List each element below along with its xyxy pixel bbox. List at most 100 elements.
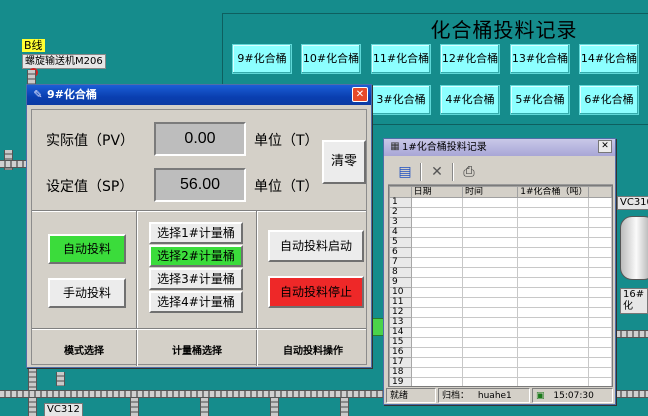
table-cell[interactable] <box>587 237 612 248</box>
table-cell[interactable] <box>410 357 464 368</box>
table-cell[interactable] <box>410 377 464 386</box>
table-cell[interactable] <box>462 237 519 248</box>
table-cell[interactable] <box>517 377 589 386</box>
tank-14-button[interactable]: 14#化合桶 <box>579 44 639 74</box>
table-row[interactable]: 11 <box>389 297 612 308</box>
table-cell[interactable] <box>587 257 612 268</box>
table-cell[interactable] <box>587 227 612 238</box>
column-header-date[interactable]: 日期 <box>410 186 464 198</box>
table-row[interactable]: 2 <box>389 207 612 218</box>
table-row[interactable]: 9 <box>389 277 612 288</box>
tank-12-button[interactable]: 12#化合桶 <box>440 44 500 74</box>
table-cell[interactable] <box>587 337 612 348</box>
select-meter-2-button[interactable]: 选择2#计量桶 <box>149 245 243 267</box>
table-cell[interactable] <box>587 317 612 328</box>
table-cell[interactable] <box>587 357 612 368</box>
table-cell[interactable] <box>410 287 464 298</box>
delete-icon[interactable]: ✕ <box>426 161 448 183</box>
table-cell[interactable] <box>517 367 589 378</box>
table-cell[interactable] <box>410 207 464 218</box>
dialog-titlebar[interactable]: ✎ 9#化合桶 ✕ <box>27 85 371 105</box>
table-cell[interactable] <box>517 227 589 238</box>
table-row[interactable]: 12 <box>389 307 612 318</box>
tank-10-button[interactable]: 10#化合桶 <box>301 44 361 74</box>
table-cell[interactable] <box>587 207 612 218</box>
table-row[interactable]: 14 <box>389 327 612 338</box>
table-cell[interactable] <box>517 237 589 248</box>
edit-document-icon[interactable]: ▤ <box>394 161 416 183</box>
table-cell[interactable] <box>462 287 519 298</box>
select-meter-1-button[interactable]: 选择1#计量桶 <box>149 222 243 244</box>
tank-11-button[interactable]: 11#化合桶 <box>371 44 431 74</box>
table-row[interactable]: 4 <box>389 227 612 238</box>
table-cell[interactable] <box>587 197 612 208</box>
table-cell[interactable] <box>587 287 612 298</box>
table-cell[interactable] <box>462 377 519 386</box>
table-cell[interactable] <box>462 247 519 258</box>
record-table[interactable]: 日期 时间 1#化合桶（吨） 1 2 3 4 5 6 7 8 9 10 11 12 13 14 15 16 17… <box>388 185 613 387</box>
table-cell[interactable] <box>517 317 589 328</box>
table-cell[interactable] <box>517 297 589 308</box>
table-cell[interactable] <box>517 207 589 218</box>
table-row[interactable]: 1 <box>389 197 612 208</box>
table-cell[interactable] <box>462 367 519 378</box>
table-cell[interactable] <box>462 207 519 218</box>
table-cell[interactable] <box>462 197 519 208</box>
table-row[interactable]: 6 <box>389 247 612 258</box>
table-cell[interactable] <box>410 367 464 378</box>
table-cell[interactable] <box>587 297 612 308</box>
table-cell[interactable] <box>462 337 519 348</box>
table-cell[interactable] <box>517 217 589 228</box>
table-cell[interactable] <box>462 227 519 238</box>
tank-3-button[interactable]: 3#化合桶 <box>371 85 431 115</box>
table-row[interactable]: 10 <box>389 287 612 298</box>
sp-value[interactable]: 56.00 <box>154 168 246 202</box>
table-row[interactable]: 7 <box>389 257 612 268</box>
auto-feed-button[interactable]: 自动投料 <box>48 234 126 264</box>
table-row[interactable]: 17 <box>389 357 612 368</box>
table-row[interactable]: 15 <box>389 337 612 348</box>
table-cell[interactable] <box>517 277 589 288</box>
table-row[interactable]: 8 <box>389 267 612 278</box>
table-cell[interactable] <box>587 267 612 278</box>
table-cell[interactable] <box>587 247 612 258</box>
table-cell[interactable] <box>410 277 464 288</box>
table-cell[interactable] <box>587 277 612 288</box>
table-row[interactable]: 16 <box>389 347 612 358</box>
table-row[interactable]: 3 <box>389 217 612 228</box>
table-cell[interactable] <box>517 287 589 298</box>
table-row[interactable]: 5 <box>389 237 612 248</box>
column-header-amount[interactable]: 1#化合桶（吨） <box>517 186 589 198</box>
table-cell[interactable] <box>462 277 519 288</box>
table-cell[interactable] <box>517 197 589 208</box>
table-cell[interactable] <box>587 347 612 358</box>
table-cell[interactable] <box>462 317 519 328</box>
table-cell[interactable] <box>410 327 464 338</box>
table-cell[interactable] <box>410 247 464 258</box>
table-cell[interactable] <box>410 317 464 328</box>
table-cell[interactable] <box>517 327 589 338</box>
table-cell[interactable] <box>517 247 589 258</box>
table-cell[interactable] <box>462 307 519 318</box>
tank-4-button[interactable]: 4#化合桶 <box>440 85 500 115</box>
close-button[interactable]: ✕ <box>352 87 368 102</box>
table-row[interactable]: 18 <box>389 367 612 378</box>
table-cell[interactable] <box>410 227 464 238</box>
table-cell[interactable] <box>462 357 519 368</box>
table-cell[interactable] <box>462 267 519 278</box>
table-cell[interactable] <box>587 327 612 338</box>
record-titlebar[interactable]: ▦ 1#化合桶投料记录 ✕ <box>384 139 615 156</box>
table-cell[interactable] <box>587 307 612 318</box>
table-cell[interactable] <box>517 267 589 278</box>
table-cell[interactable] <box>410 197 464 208</box>
table-cell[interactable] <box>410 217 464 228</box>
table-cell[interactable] <box>462 347 519 358</box>
table-cell[interactable] <box>517 257 589 268</box>
tank-9-button[interactable]: 9#化合桶 <box>232 44 292 74</box>
table-cell[interactable] <box>410 307 464 318</box>
column-header-time[interactable]: 时间 <box>462 186 519 198</box>
manual-feed-button[interactable]: 手动投料 <box>48 278 126 308</box>
table-cell[interactable] <box>410 347 464 358</box>
table-cell[interactable] <box>462 257 519 268</box>
table-cell[interactable] <box>410 337 464 348</box>
